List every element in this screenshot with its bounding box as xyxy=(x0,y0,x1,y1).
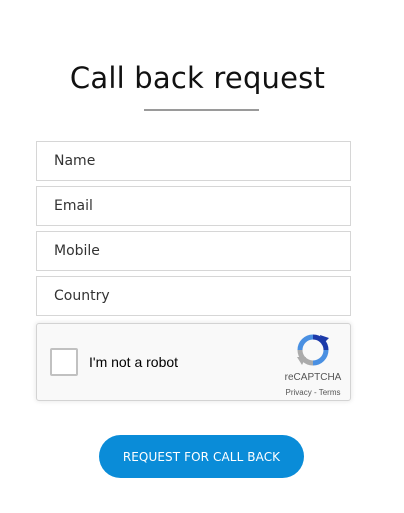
links-separator: - xyxy=(311,388,319,397)
recaptcha-brand: reCAPTCHA xyxy=(284,372,342,383)
title-underline xyxy=(144,109,259,111)
recaptcha-checkbox-label: I'm not a robot xyxy=(89,354,179,370)
request-call-back-button[interactable]: REQUEST FOR CALL BACK xyxy=(99,435,304,478)
page-title: Call back request xyxy=(69,61,326,95)
country-field[interactable] xyxy=(36,276,351,316)
recaptcha-widget: I'm not a robot reCAPTCHA Privacy - Term… xyxy=(36,323,351,401)
privacy-link[interactable]: Privacy xyxy=(286,388,312,397)
terms-link[interactable]: Terms xyxy=(319,388,341,397)
recaptcha-logo-icon xyxy=(297,334,329,366)
email-field[interactable] xyxy=(36,186,351,226)
recaptcha-checkbox[interactable] xyxy=(50,348,78,376)
recaptcha-links: Privacy - Terms xyxy=(277,388,349,397)
mobile-field[interactable] xyxy=(36,231,351,271)
name-field[interactable] xyxy=(36,141,351,181)
